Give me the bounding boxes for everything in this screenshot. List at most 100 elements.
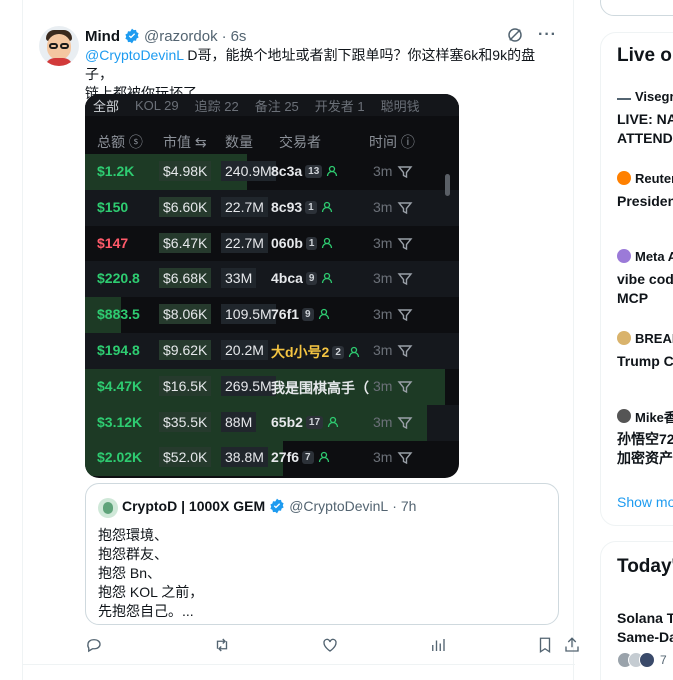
screenshot-scrollbar (445, 174, 450, 196)
trader-count-badge: 9 (302, 308, 314, 322)
source-avatar-icon (617, 409, 631, 423)
screenshot-tabs: 全部 KOL 29 追踪 22 备注 25 开发者 1 聪明钱 (85, 94, 459, 116)
screenshot-tab: 全部 (93, 98, 120, 114)
row-trader: 65b2 17 (271, 414, 339, 430)
screenshot-tab: KOL 29 (135, 97, 179, 113)
live-text: MCP (617, 290, 649, 306)
more-options-icon[interactable]: ··· (538, 26, 557, 44)
live-item[interactable]: Reuters Presiden (617, 170, 673, 211)
filter-icon (397, 200, 413, 216)
row-trader: 大d小号2 2 (271, 342, 360, 362)
row-trader: 060b 1 (271, 235, 333, 251)
live-on-x-card: Live on Visegra LIVE: NAT ATTENDS Reuter… (600, 32, 673, 526)
avatar[interactable] (39, 26, 79, 66)
like-icon[interactable] (321, 636, 339, 654)
trader-name: 8c93 (271, 198, 303, 215)
trader-name: 大d小号2 (271, 344, 330, 360)
today-item[interactable]: Solana T (617, 609, 673, 628)
row-total: $150 (97, 198, 129, 215)
user-tag-icon (318, 307, 330, 320)
row-total: $4.47K (97, 377, 143, 394)
user-tag-icon (321, 200, 333, 212)
today-title: Today's (617, 556, 673, 577)
trade-row: $150 $6.60K 22.7M 8c93 1 3m (85, 189, 459, 226)
row-qty: 240.9M (221, 161, 276, 181)
grok-icon[interactable] (506, 26, 524, 44)
live-text: Presiden (617, 193, 673, 209)
quote-author-name: CryptoD | 1000X GEM (122, 498, 266, 514)
tweet-top-actions: ··· (506, 26, 557, 44)
verified-badge-icon (125, 28, 139, 44)
separator-dot: · (392, 498, 397, 514)
row-mcap: $6.47K (159, 232, 212, 253)
trade-row: $220.8 $6.68K 33M 4bca 9 3m (85, 261, 459, 298)
row-time: 3m (373, 377, 393, 394)
search-box[interactable] (600, 0, 673, 16)
user-tag-icon (348, 345, 360, 358)
live-source: Meta Al (635, 248, 673, 264)
row-total: $147 (97, 234, 129, 251)
row-trader: 4bca 9 (271, 270, 333, 286)
quote-line: 先抱怨自己。... (98, 603, 194, 619)
row-trader: 76f1 9 (271, 306, 330, 322)
row-time: 3m (373, 342, 393, 358)
row-total: $883.5 (97, 306, 140, 323)
quoted-tweet[interactable]: CryptoD | 1000X GEM @CryptoDevinL · 7h 抱… (85, 483, 559, 625)
share-icon[interactable] (563, 636, 581, 654)
trader-name: 8c3a (271, 163, 303, 179)
live-item[interactable]: Mike香 孙悟空72 加密资产 (617, 408, 673, 468)
quote-text: 抱怨環境、 抱怨群友、 抱怨 Bn、 抱怨 KOL 之前， 先抱怨自己。... (98, 526, 203, 621)
mention-link[interactable]: @CryptoDevinL (85, 47, 184, 63)
filter-icon (397, 415, 413, 431)
screenshot-tab: 开发者 1 (314, 98, 365, 114)
retweet-icon[interactable] (213, 636, 231, 654)
trader-name: 060b (271, 234, 303, 251)
quote-line: 抱怨群友、 (98, 546, 168, 562)
live-item[interactable]: Meta Al vibe codi MCP (617, 248, 673, 308)
author-name[interactable]: Mind (85, 28, 120, 45)
live-text: vibe codi (617, 271, 673, 287)
row-total: $220.8 (97, 270, 140, 287)
reply-icon[interactable] (85, 636, 103, 654)
trade-row: $4.47K $16.5K 269.5M 我是围棋高手（ 3m (85, 368, 459, 405)
screenshot-tab: 追踪 22 (194, 98, 239, 114)
screenshot-tab: 备注 25 (254, 98, 299, 114)
today-item[interactable]: Same-Da (617, 628, 673, 647)
trader-count-badge: 1 (305, 200, 317, 214)
views-icon[interactable] (429, 636, 447, 654)
trade-row: $147 $6.47K 22.7M 060b 1 3m (85, 226, 459, 262)
live-item[interactable]: Visegra LIVE: NAT ATTENDS (617, 88, 673, 148)
filter-icon (397, 450, 413, 466)
row-total: $3.12K (97, 413, 143, 430)
avatar-stack: 7 (617, 652, 667, 668)
tweet-image[interactable]: 全部 KOL 29 追踪 22 备注 25 开发者 1 聪明钱 总额 ⓢ 市值 … (85, 94, 459, 478)
live-source: Reuters (635, 170, 673, 186)
show-more-link[interactable]: Show mo (617, 494, 673, 510)
source-avatar-icon (617, 249, 631, 263)
author-handle[interactable]: @razordok (144, 28, 218, 45)
header-qty: 数量 (225, 134, 253, 150)
row-mcap: $8.06K (159, 304, 212, 325)
row-qty: 20.2M (221, 340, 268, 360)
source-avatar-icon (617, 331, 631, 345)
quote-avatar[interactable] (98, 498, 118, 518)
tweet-time[interactable]: 6s (231, 28, 247, 45)
row-mcap: $35.5K (159, 411, 212, 432)
row-qty: 22.7M (221, 232, 268, 253)
trader-count-badge: 17 (305, 415, 324, 429)
row-time: 3m (373, 270, 393, 287)
live-item[interactable]: BREAD Trump Ca (617, 330, 673, 371)
tweet-divider (23, 664, 575, 665)
bookmark-icon[interactable] (536, 636, 554, 654)
row-mcap: $4.98K (159, 161, 212, 181)
quote-time: 7h (400, 498, 417, 514)
live-text: LIVE: NAT (617, 111, 673, 127)
user-tag-icon (326, 164, 338, 177)
filter-icon (397, 164, 413, 180)
row-time: 3m (373, 234, 393, 251)
verified-badge-icon (270, 498, 284, 514)
trader-count-badge: 7 (302, 451, 314, 465)
row-qty: 38.8M (221, 447, 268, 468)
header-time: 时间 ⓘ (369, 134, 415, 150)
row-trader: 8c93 1 (271, 199, 333, 215)
